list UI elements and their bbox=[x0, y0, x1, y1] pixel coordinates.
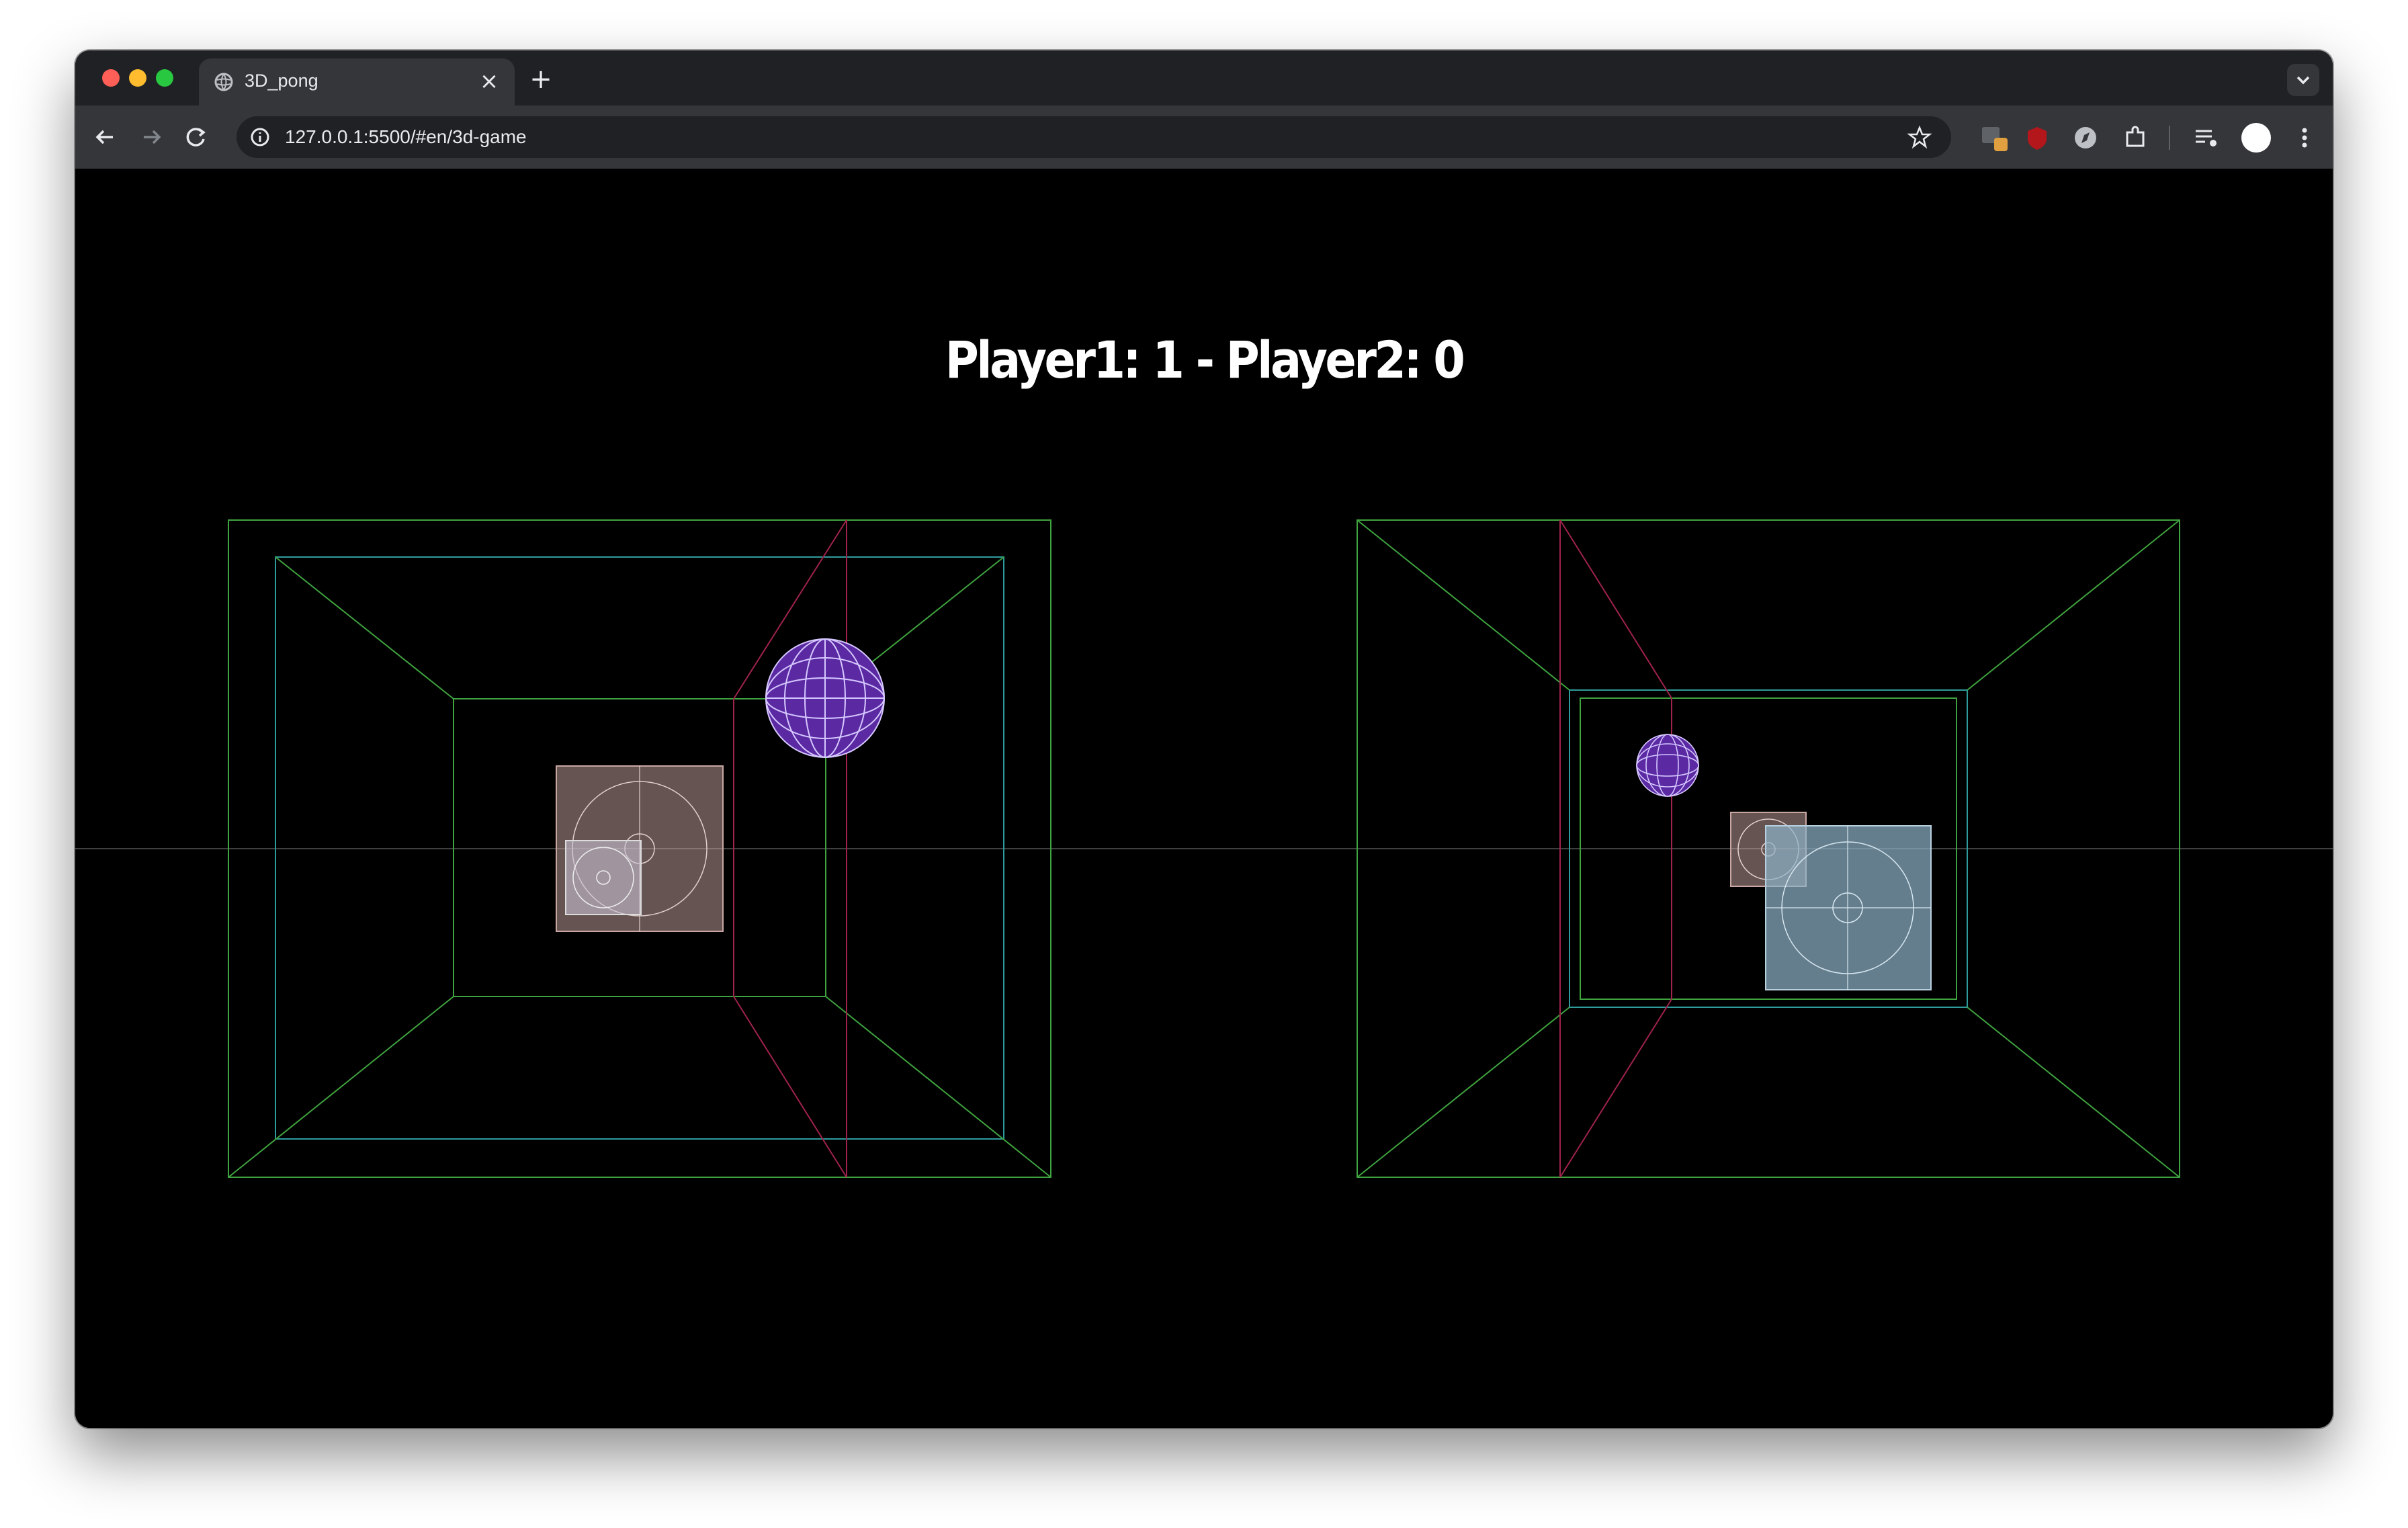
extensions-puzzle-icon[interactable] bbox=[2120, 123, 2150, 153]
new-tab-button[interactable]: + bbox=[525, 64, 556, 95]
player1-ball bbox=[765, 638, 885, 758]
extension-ublock-icon[interactable] bbox=[2022, 123, 2052, 153]
game-viewport[interactable]: Player1: 1 - Player2: 0 bbox=[75, 169, 2333, 1428]
profile-avatar[interactable] bbox=[2241, 123, 2271, 153]
globe-icon bbox=[214, 72, 234, 92]
close-window-button[interactable] bbox=[102, 69, 120, 87]
close-tab-icon[interactable]: × bbox=[476, 68, 503, 95]
forward-arrow-icon[interactable] bbox=[136, 121, 168, 153]
more-menu-icon[interactable] bbox=[2290, 123, 2319, 153]
back-arrow-icon[interactable] bbox=[89, 121, 121, 153]
toolbar-divider bbox=[2169, 126, 2170, 150]
tab-search-button[interactable] bbox=[2287, 64, 2319, 96]
bookmark-star-icon[interactable] bbox=[1907, 124, 1932, 150]
zoom-window-button[interactable] bbox=[156, 69, 173, 87]
url-text[interactable]: 127.0.0.1:5500/#en/3d-game bbox=[285, 126, 527, 148]
address-bar[interactable]: 127.0.0.1:5500/#en/3d-game bbox=[236, 116, 1951, 158]
player1-paddle bbox=[565, 840, 642, 915]
tab-bar: 3D_pong × + bbox=[75, 50, 2333, 105]
player2-paddle bbox=[1765, 825, 1932, 990]
browser-toolbar: 127.0.0.1:5500/#en/3d-game bbox=[75, 105, 2333, 169]
chevron-down-icon bbox=[2296, 76, 2310, 85]
extension-compass-icon[interactable] bbox=[2071, 123, 2100, 153]
site-info-icon[interactable] bbox=[249, 126, 271, 148]
media-controls-icon[interactable] bbox=[2192, 123, 2221, 153]
minimize-window-button[interactable] bbox=[129, 69, 146, 87]
browser-window: 3D_pong × + 127.0.0.1:5500/#en/3d-game P… bbox=[75, 50, 2333, 1428]
extension-translate-icon[interactable] bbox=[1979, 123, 2009, 153]
tab-title: 3D_pong bbox=[245, 71, 318, 91]
game-scene bbox=[75, 519, 2333, 1178]
tab-3d-pong[interactable]: 3D_pong × bbox=[199, 58, 515, 105]
player2-ball bbox=[1636, 734, 1699, 797]
reload-icon[interactable] bbox=[180, 121, 212, 153]
